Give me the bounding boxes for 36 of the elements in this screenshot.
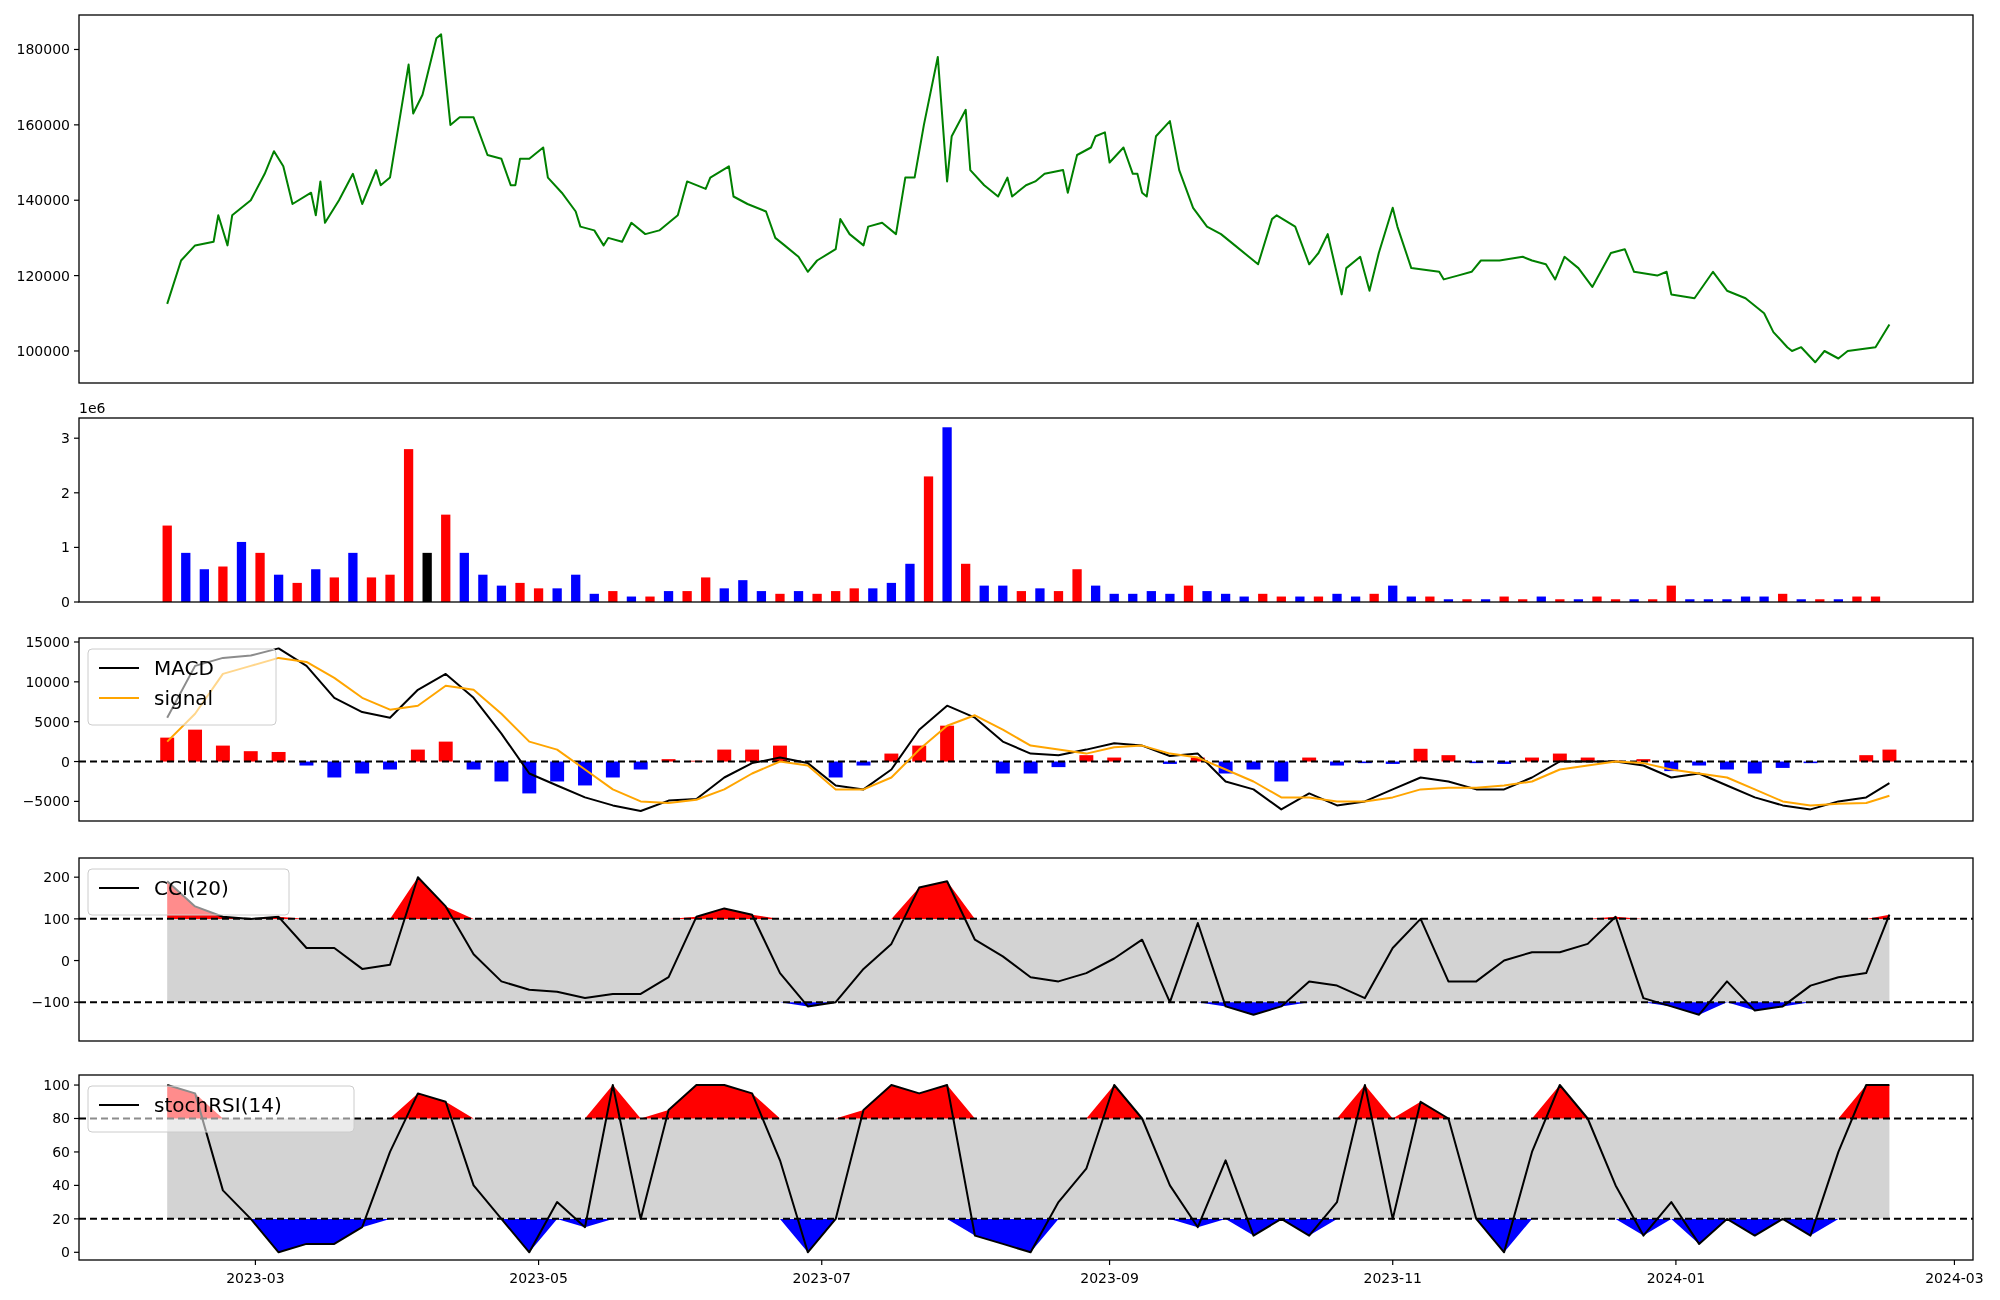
legend-label: CCI(20) bbox=[154, 876, 229, 900]
x-tick-label: 2023-05 bbox=[509, 1270, 568, 1286]
y-tick-label: 180000 bbox=[16, 41, 70, 58]
y-tick-label: 0 bbox=[61, 1244, 70, 1261]
y-tick-label: 100 bbox=[43, 1077, 70, 1094]
x-tick-label: 2023-03 bbox=[226, 1270, 285, 1286]
y-tick-label: 15000 bbox=[25, 634, 70, 650]
y-tick-label: 1 bbox=[61, 539, 70, 556]
y-tick-label: 20 bbox=[52, 1210, 70, 1227]
legend-label: signal bbox=[154, 686, 214, 710]
legend-label: MACD bbox=[154, 656, 214, 680]
y-tick-label: −5000 bbox=[22, 793, 70, 810]
y-tick-label: −100 bbox=[31, 994, 70, 1011]
y-tick-label: 100000 bbox=[16, 342, 70, 359]
y-tick-label: 0 bbox=[61, 753, 70, 770]
x-tick-label: 2023-07 bbox=[792, 1270, 851, 1286]
y-tick-label: 5000 bbox=[34, 713, 70, 730]
y-tick-label: 10000 bbox=[25, 673, 70, 690]
y-tick-label: 0 bbox=[61, 594, 70, 610]
x-tick-label: 2024-01 bbox=[1646, 1270, 1706, 1286]
y-tick-label: 2 bbox=[61, 484, 70, 501]
y-tick-label: 200 bbox=[43, 869, 70, 886]
y-tick-label: 3 bbox=[61, 430, 70, 447]
y-tick-label: 80 bbox=[52, 1110, 70, 1127]
y-tick-label: 60 bbox=[52, 1143, 70, 1160]
y-tick-label: 100 bbox=[43, 910, 70, 927]
y-tick-label: 40 bbox=[52, 1177, 70, 1194]
y-tick-label: 160000 bbox=[16, 116, 70, 133]
y-tick-label: 0 bbox=[61, 952, 70, 969]
x-tick-label: 2023-09 bbox=[1080, 1270, 1139, 1286]
x-tick-label: 2024-03 bbox=[1925, 1270, 1984, 1286]
x-tick-label: 2023-11 bbox=[1363, 1270, 1422, 1286]
y-tick-label: 120000 bbox=[16, 267, 70, 284]
axis-offset-label: 1e6 bbox=[79, 400, 106, 416]
legend-label: stochRSI(14) bbox=[154, 1093, 282, 1117]
y-tick-label: 140000 bbox=[16, 192, 70, 209]
